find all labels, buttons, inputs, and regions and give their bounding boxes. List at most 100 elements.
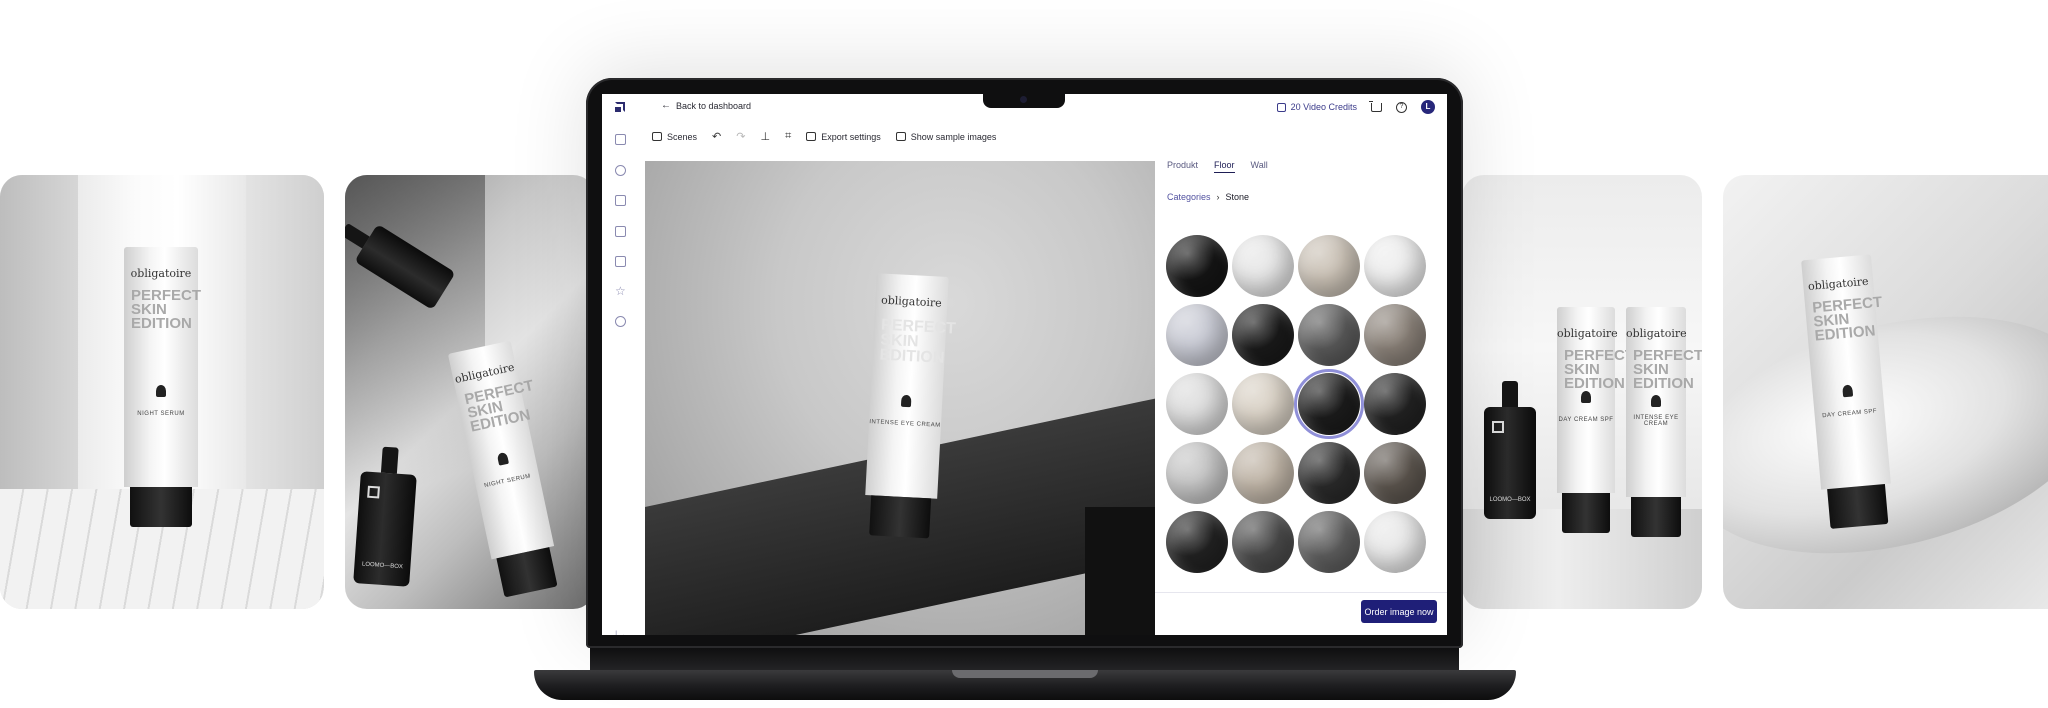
material-swatch[interactable] bbox=[1298, 442, 1360, 504]
export-icon bbox=[806, 132, 817, 141]
search-icon[interactable] bbox=[615, 165, 626, 176]
undo-icon[interactable]: ↶ bbox=[712, 130, 721, 143]
collapse-sidebar-icon[interactable]: |→ bbox=[615, 629, 626, 635]
back-link-label: Back to dashboard bbox=[676, 100, 752, 111]
product-tube: obligatoire PERFECT SKIN EDITION INTENSE… bbox=[1626, 307, 1702, 537]
tube-headline: PERFECT SKIN EDITION bbox=[1633, 347, 1702, 392]
material-swatch[interactable] bbox=[1166, 442, 1228, 504]
product-tube: obligatoire PERFECT SKIN EDITION NIGHT S… bbox=[124, 247, 202, 527]
tube-headline: PERFECT SKIN EDITION bbox=[1564, 347, 1635, 392]
tab-produkt[interactable]: Produkt bbox=[1167, 160, 1198, 173]
app-logo-icon[interactable] bbox=[615, 102, 625, 112]
gallery-card-flatlay: obligatoire PERFECT SKIN EDITION NIGHT S… bbox=[345, 175, 595, 609]
material-panel: Produkt Floor Wall Categories › Stone Or… bbox=[1155, 151, 1447, 635]
cart-icon[interactable] bbox=[1369, 100, 1382, 112]
image-search-icon[interactable] bbox=[615, 256, 626, 267]
material-swatch[interactable] bbox=[1364, 511, 1426, 573]
scenes-button[interactable]: Scenes bbox=[652, 132, 697, 142]
material-swatch[interactable] bbox=[1298, 511, 1360, 573]
material-swatch[interactable] bbox=[1294, 369, 1364, 439]
material-swatch[interactable] bbox=[1232, 442, 1294, 504]
help-icon[interactable]: ? bbox=[1396, 101, 1407, 113]
material-swatch[interactable] bbox=[1166, 304, 1228, 366]
show-sample-images-button[interactable]: Show sample images bbox=[895, 132, 996, 142]
export-settings-button[interactable]: Export settings bbox=[806, 132, 881, 142]
material-swatch[interactable] bbox=[1166, 511, 1228, 573]
tube-product-name: INTENSE EYE CREAM bbox=[1633, 415, 1679, 427]
tab-floor[interactable]: Floor bbox=[1214, 160, 1235, 173]
gallery-card-silk: obligatoire PERFECT SKIN EDITION DAY CRE… bbox=[1723, 175, 2048, 609]
redo-icon[interactable]: ↷ bbox=[736, 130, 745, 143]
tube-headline: PERFECT SKIN EDITION bbox=[463, 377, 536, 436]
bottle-pump bbox=[380, 446, 400, 474]
laptop-base-notch bbox=[952, 670, 1098, 678]
user-avatar[interactable]: L bbox=[1421, 100, 1435, 114]
tube-brand: obligatoire bbox=[1807, 274, 1870, 293]
material-swatch[interactable] bbox=[1166, 373, 1228, 435]
bottle-label: LOOMO—BOX bbox=[1489, 497, 1531, 503]
video-credits[interactable]: 20 Video Credits bbox=[1276, 102, 1357, 112]
back-to-dashboard-link[interactable]: ← Back to dashboard bbox=[661, 100, 751, 111]
brand-mark-icon bbox=[156, 385, 166, 397]
material-swatch[interactable] bbox=[1364, 304, 1426, 366]
panel-tabs: Produkt Floor Wall bbox=[1167, 160, 1268, 173]
material-swatch[interactable] bbox=[1298, 235, 1360, 297]
order-image-button[interactable]: Order image now bbox=[1361, 600, 1437, 623]
crop-icon[interactable]: ⌗ bbox=[785, 130, 791, 143]
serum-bottle: LOOMO—BOX bbox=[1484, 381, 1536, 519]
tube-headline: PERFECT SKIN EDITION bbox=[131, 287, 202, 332]
brand-mark-icon bbox=[496, 451, 510, 466]
credits-label: 20 Video Credits bbox=[1290, 102, 1357, 112]
star-icon[interactable]: ☆ bbox=[615, 285, 626, 297]
material-swatch[interactable] bbox=[1364, 235, 1426, 297]
material-swatch[interactable] bbox=[1298, 304, 1360, 366]
gallery-card-night-serum: obligatoire PERFECT SKIN EDITION NIGHT S… bbox=[0, 175, 324, 609]
pedestal-side bbox=[1085, 507, 1155, 635]
scenes-label: Scenes bbox=[667, 131, 698, 142]
material-swatch[interactable] bbox=[1232, 511, 1294, 573]
gallery-card-duo: obligatoire PERFECT SKIN EDITION DAY CRE… bbox=[1462, 175, 1702, 609]
image-icon bbox=[895, 132, 906, 141]
bottle-pump bbox=[1502, 381, 1518, 407]
camera-notch bbox=[983, 92, 1065, 108]
material-swatch[interactable] bbox=[1232, 373, 1294, 435]
export-settings-label: Export settings bbox=[821, 131, 881, 142]
panel-divider bbox=[1155, 592, 1447, 593]
bottle-label: LOOMO—BOX bbox=[361, 561, 404, 571]
chevron-right-icon: › bbox=[1216, 192, 1220, 202]
tube-headline: PERFECT SKIN EDITION bbox=[1811, 293, 1883, 345]
app-screen: ← Back to dashboard 20 Video Credits ? L… bbox=[602, 94, 1447, 635]
material-swatch[interactable] bbox=[1166, 235, 1228, 297]
stamp-icon[interactable]: ⊥ bbox=[760, 130, 770, 143]
material-swatch[interactable] bbox=[1232, 235, 1294, 297]
breadcrumb-categories[interactable]: Categories bbox=[1167, 192, 1211, 202]
tube-brand: obligatoire bbox=[1557, 327, 1618, 340]
tube-brand: obligatoire bbox=[1626, 327, 1687, 340]
tube-brand: obligatoire bbox=[880, 293, 943, 310]
serum-bottle: LOOMO—BOX bbox=[353, 446, 417, 587]
tube-brand: obligatoire bbox=[130, 267, 192, 280]
material-swatch[interactable] bbox=[1364, 442, 1426, 504]
material-swatch[interactable] bbox=[1232, 304, 1294, 366]
product-tube: obligatoire PERFECT SKIN EDITION INTENSE… bbox=[865, 273, 956, 499]
brand-mark-icon bbox=[1651, 395, 1661, 407]
settings-icon[interactable] bbox=[615, 316, 626, 327]
layers-icon[interactable] bbox=[615, 195, 626, 206]
material-swatch-grid bbox=[1166, 235, 1426, 580]
header-actions: 20 Video Credits ? L bbox=[1276, 100, 1435, 114]
dashboard-icon[interactable] bbox=[615, 134, 626, 145]
scene-canvas[interactable]: obligatoire PERFECT SKIN EDITION INTENSE… bbox=[645, 161, 1155, 635]
breadcrumb-current: Stone bbox=[1225, 192, 1250, 202]
tube-product-name: NIGHT SERUM bbox=[137, 411, 185, 417]
bottle-logo-icon bbox=[367, 485, 380, 499]
tab-wall[interactable]: Wall bbox=[1251, 160, 1268, 173]
tube-product-name: NIGHT SERUM bbox=[483, 473, 532, 490]
marble-pillar-left bbox=[0, 175, 78, 505]
brand-mark-icon bbox=[900, 394, 912, 408]
credits-icon bbox=[1276, 102, 1286, 112]
sidebar: ☆ |→ bbox=[602, 122, 642, 635]
product-tube: obligatoire PERFECT SKIN EDITION DAY CRE… bbox=[1557, 307, 1635, 533]
columns-icon[interactable] bbox=[615, 226, 626, 237]
arrow-left-icon: ← bbox=[661, 100, 671, 111]
material-swatch[interactable] bbox=[1364, 373, 1426, 435]
